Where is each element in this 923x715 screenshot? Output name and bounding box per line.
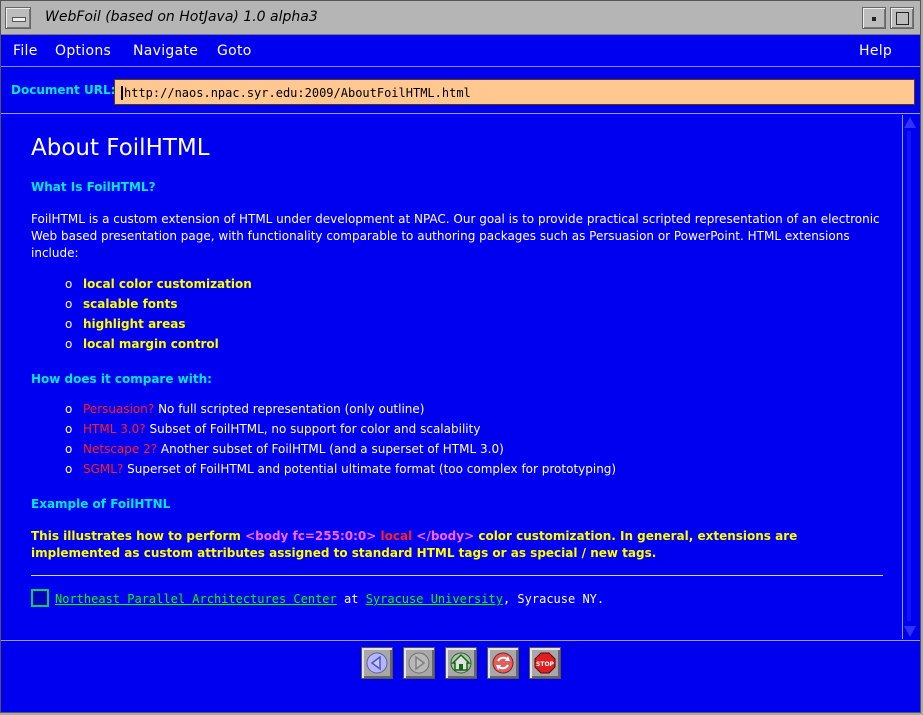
compare-desc: Subset of FoilHTML, no support for color… [149,422,481,436]
scroll-track[interactable] [907,131,911,621]
url-value: http://naos.npac.syr.edu:2009/AboutFoilH… [124,86,471,100]
scroll-down-arrow-icon[interactable] [904,626,916,637]
back-button[interactable] [361,647,393,679]
feature-list: o local color customization o scalable fon… [65,277,252,357]
home-icon [450,652,472,674]
list-item: o HTML 3.0? Subset of FoilHTML, no suppor… [65,422,616,442]
list-item: o local margin control [65,337,252,357]
bullet-marker: o [65,402,73,416]
menu-bar: File Options Navigate Goto Help [1,35,920,67]
footer-at: at [344,592,359,606]
menu-navigate[interactable]: Navigate [133,43,198,59]
compare-desc: Superset of FoilHTML and potential ultim… [127,462,617,476]
page-title: About FoilHTML [31,135,210,161]
compare-name: Persuasion? [83,402,155,416]
list-item: o Netscape 2? Another subset of FoilHTML … [65,442,616,462]
example-text-before: This illustrates how to perform [31,529,246,543]
example-paragraph: This illustrates how to perform <body fc… [31,528,881,562]
feature-text: scalable fonts [83,297,178,311]
list-item: o Persuasion? No full scripted representa… [65,402,616,422]
bullet-marker: o [65,277,73,291]
url-input[interactable]: http://naos.npac.syr.edu:2009/AboutFoilH… [114,79,915,105]
list-item: o scalable fonts [65,297,252,317]
reload-button[interactable] [487,647,519,679]
maximize-button[interactable] [890,7,914,29]
stop-button[interactable]: STOP [529,647,561,679]
menu-file[interactable]: File [13,43,38,59]
stop-label: STOP [536,661,555,668]
window-menu-button[interactable] [5,7,31,29]
window-title: WebFoil (based on HotJava) 1.0 alpha3 [45,9,318,25]
bullet-marker: o [65,442,73,456]
compare-desc: No full scripted representation (only ou… [158,402,425,416]
example-local-word: local [380,529,413,543]
forward-button[interactable] [403,647,435,679]
heading-compare: How does it compare with: [31,372,212,386]
npac-logo-icon[interactable] [31,589,49,607]
url-bar: Document URL: http://naos.npac.syr.edu:2… [1,68,920,114]
back-icon [366,652,388,674]
stop-icon: STOP [534,652,556,674]
bullet-marker: o [65,297,73,311]
syracuse-university-link[interactable]: Syracuse University [366,592,503,606]
compare-name: Netscape 2? [83,442,158,456]
npac-link[interactable]: Northeast Parallel Architectures Center [55,592,337,606]
comparison-list: o Persuasion? No full scripted representa… [65,402,616,482]
browser-window: WebFoil (based on HotJava) 1.0 alpha3 Fi… [0,0,921,713]
compare-desc: Another subset of FoilHTML (and a supers… [160,442,504,456]
compare-name: HTML 3.0? [83,422,146,436]
example-tag-close: </body> [416,529,475,543]
compare-name: SGML? [83,462,124,476]
menu-goto[interactable]: Goto [217,43,252,59]
feature-text: local color customization [83,277,252,291]
bullet-marker: o [65,317,73,331]
forward-icon [408,652,430,674]
list-item: o highlight areas [65,317,252,337]
bullet-marker: o [65,337,73,351]
heading-what-is: What Is FoilHTML? [31,180,156,194]
intro-paragraph: FoilHTML is a custom extension of HTML u… [31,212,880,260]
reload-icon [492,652,514,674]
navigation-toolbar: STOP [1,640,920,713]
feature-text: highlight areas [83,317,186,331]
bullet-marker: o [65,462,73,476]
scroll-up-arrow-icon[interactable] [904,117,916,128]
menu-help[interactable]: Help [859,43,892,59]
footer-suffix: , Syracuse NY. [502,592,605,606]
feature-text: local margin control [83,337,219,351]
bullet-marker: o [65,422,73,436]
example-tag-open: <body fc=255:0:0> [245,529,377,543]
minimize-button[interactable] [862,7,886,29]
title-bar[interactable]: WebFoil (based on HotJava) 1.0 alpha3 [1,1,920,35]
footer: Northeast Parallel Architectures Center … [31,589,604,607]
text-cursor [121,86,123,100]
heading-example: Example of FoilHTNL [31,497,171,511]
list-item: o local color customization [65,277,252,297]
url-label: Document URL: [11,83,116,97]
home-button[interactable] [445,647,477,679]
vertical-scrollbar[interactable] [902,115,916,639]
document-view[interactable]: About FoilHTML What Is FoilHTML? FoilHTM… [11,115,900,639]
horizontal-rule [31,575,883,576]
menu-options[interactable]: Options [55,43,111,59]
list-item: o SGML? Superset of FoilHTML and potentia… [65,462,616,482]
